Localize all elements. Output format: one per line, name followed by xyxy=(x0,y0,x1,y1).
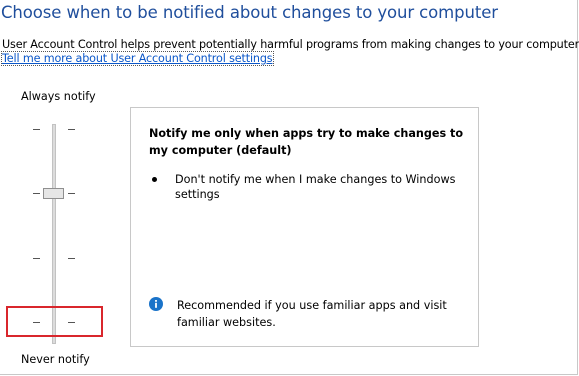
level-heading: Notify me only when apps try to make cha… xyxy=(149,127,464,157)
bullet-text: Don't notify me when I make changes to W… xyxy=(175,173,456,201)
slider-tick-left xyxy=(33,129,40,130)
page-title: Choose when to be notified about changes… xyxy=(1,3,498,22)
slider-thumb[interactable] xyxy=(43,188,64,199)
info-icon xyxy=(149,297,163,311)
slider-tick-right xyxy=(68,129,75,130)
slider-tick-right xyxy=(68,258,75,259)
never-notify-label: Never notify xyxy=(21,353,90,366)
slider-tick-left xyxy=(33,258,40,259)
slider-tick-left xyxy=(33,193,40,194)
uac-description: User Account Control helps prevent poten… xyxy=(2,38,579,51)
uac-settings-link[interactable]: Tell me more about User Account Control … xyxy=(1,51,274,66)
recommendation-text: Recommended if you use familiar apps and… xyxy=(177,299,447,329)
slider-tick-right xyxy=(68,193,75,194)
never-notify-highlight-box xyxy=(6,306,103,337)
level-description-panel: Notify me only when apps try to make cha… xyxy=(130,107,479,347)
bullet-icon xyxy=(152,177,157,182)
always-notify-label: Always notify xyxy=(21,90,96,103)
